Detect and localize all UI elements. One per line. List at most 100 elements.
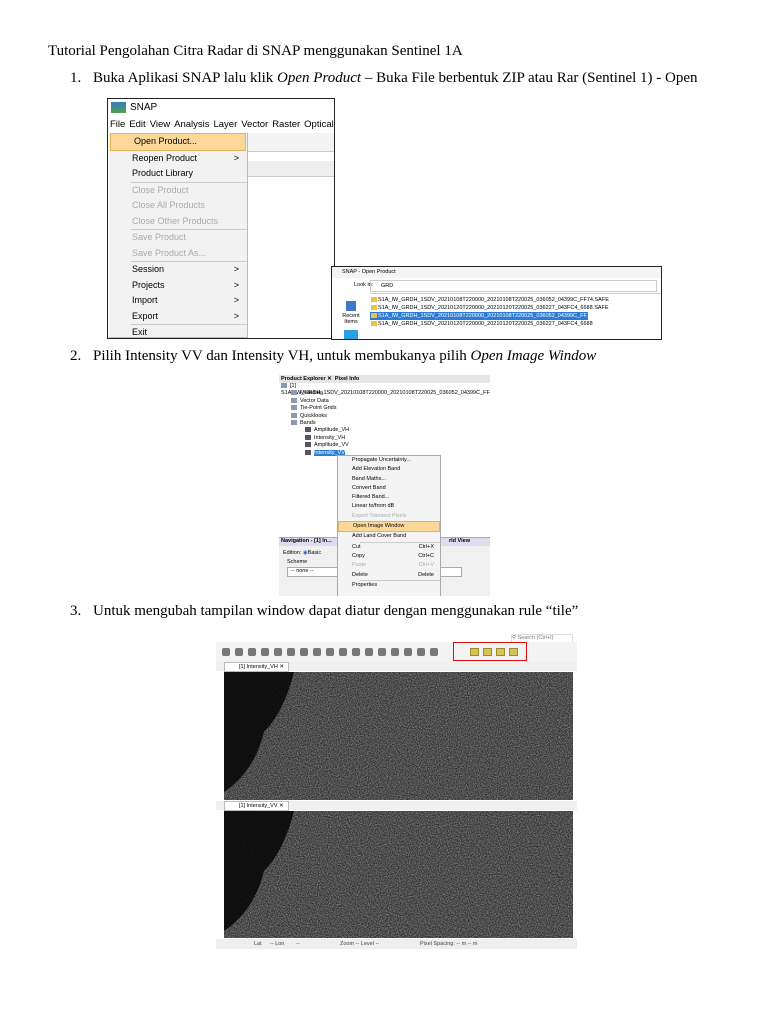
menu-item-close-other-products[interactable]: Close Other Products — [109, 214, 247, 230]
menubar-analysis[interactable]: Analysis — [174, 119, 209, 130]
context-item-open-image-window[interactable]: Open Image Window — [338, 521, 440, 533]
menubar-layer[interactable]: Layer — [213, 119, 237, 130]
menu-item-close-product[interactable]: Close Product — [109, 183, 247, 199]
look-in-select[interactable]: GRD — [370, 280, 657, 292]
file-item[interactable]: S1A_IW_GRDH_1SDV_20210108T220000_2021010… — [370, 296, 661, 304]
file-menu: Open Product... Reopen Product > Product Li… — [109, 133, 248, 338]
menu-item-save-product[interactable]: Save Product — [109, 230, 247, 246]
tree-folder[interactable]: Bands — [279, 420, 490, 427]
tab-product-explorer[interactable]: Product Explorer — [281, 376, 326, 382]
recent-items[interactable]: Recent Items — [336, 301, 366, 325]
menubar-optical[interactable]: Optical — [304, 119, 334, 130]
band-icon — [305, 427, 311, 433]
menu-item-close-all-products[interactable]: Close All Products — [109, 198, 247, 214]
menu-item-reopen-product[interactable]: Reopen Product > — [109, 151, 247, 167]
context-item-label: Paste — [352, 562, 367, 569]
menu-item-product-library[interactable]: Product Library — [109, 166, 247, 182]
context-item-copy[interactable]: Copy Ctrl+C — [338, 552, 440, 561]
zoom-icon[interactable] — [300, 648, 308, 656]
tree-folder[interactable]: Vector Data — [279, 398, 490, 405]
menubar-file[interactable]: File — [110, 119, 125, 130]
context-item-delete[interactable]: Delete Delete — [338, 571, 440, 580]
menubar-view[interactable]: View — [150, 119, 170, 130]
tree-folder[interactable]: Metadata — [279, 390, 490, 397]
tile-vertically-icon[interactable] — [496, 648, 505, 656]
rect-icon[interactable] — [365, 648, 373, 656]
band-item[interactable]: Intensity_VH — [279, 435, 490, 442]
band-label: Amplitude_VV — [314, 442, 349, 449]
context-item-linear-to-from-db[interactable]: Linear to/from dB — [338, 502, 440, 511]
file-item[interactable]: S1A_IW_GRDH_1SDV_20210108T220000_2021010… — [370, 312, 593, 320]
world-view-tab[interactable]: rld View — [449, 538, 470, 544]
lat-readout: Lat — [254, 941, 262, 947]
file-item[interactable]: S1A_IW_GRDH_1SDV_20210120T220000_2021012… — [370, 304, 661, 312]
line-icon[interactable] — [339, 648, 347, 656]
tab-pixel-info[interactable]: Pixel Info — [335, 376, 359, 382]
menu-item-session[interactable]: Session > — [109, 262, 247, 278]
menu-item-save-product-as[interactable]: Save Product As... — [109, 246, 247, 262]
file-item[interactable]: S1A_IW_GRDH_1SDV_20210120T220000_2021012… — [370, 320, 661, 328]
menu-item-label: Exit — [132, 327, 148, 337]
chevron-right-icon: > — [233, 152, 239, 163]
band-item[interactable]: Amplitude_VV — [279, 442, 490, 449]
edition-basic-radio[interactable]: Basic — [308, 550, 321, 556]
band-icon — [305, 442, 311, 448]
tab-intensity-vh[interactable]: [1] Intensity_VH ✕ — [224, 662, 289, 672]
cursor-icon[interactable] — [274, 648, 282, 656]
context-item-label: Open Image Window — [353, 523, 405, 530]
menu-item-label: Session — [132, 264, 165, 274]
polygon-icon[interactable] — [378, 648, 386, 656]
context-item-export-transect-pixels[interactable]: Export Transect Pixels — [338, 512, 440, 521]
context-item-label: Copy — [352, 552, 365, 559]
context-item-add-elevation-band[interactable]: Add Elevation Band — [338, 465, 440, 474]
lon-readout: -- Lon — [270, 941, 285, 947]
band-item[interactable]: Amplitude_VH — [279, 427, 490, 434]
context-item-convert-band[interactable]: Convert Band — [338, 484, 440, 493]
dialog-title: SNAP - Open Product — [332, 267, 661, 278]
graph-icon[interactable] — [248, 648, 256, 656]
context-item-label: Propagate Uncertainty... — [352, 457, 411, 463]
context-item-propagate-uncertainty[interactable]: Propagate Uncertainty... — [338, 456, 440, 465]
pin-icon[interactable] — [313, 648, 321, 656]
range-icon[interactable] — [417, 648, 425, 656]
tile-horizontally-icon[interactable] — [483, 648, 492, 656]
menubar-raster[interactable]: Raster — [272, 119, 300, 130]
pan-icon[interactable] — [287, 648, 295, 656]
tile-single-icon[interactable] — [509, 648, 518, 656]
snap-file-menu-screenshot: SNAP File Edit View Analysis Layer Vector Rast… — [107, 98, 335, 339]
context-item-paste[interactable]: Paste Ctrl+V — [338, 561, 440, 570]
menu-item-label: Close Other Products — [132, 215, 219, 226]
globe-icon[interactable] — [235, 648, 243, 656]
folder-label: Metadata — [300, 390, 323, 397]
polyline-icon[interactable] — [352, 648, 360, 656]
product-node[interactable]: [1] S1A_IW_GRDH_1SDV_20210108T220000_202… — [279, 383, 490, 396]
context-item-properties[interactable]: Properties — [338, 581, 440, 590]
ellipse-icon[interactable] — [391, 648, 399, 656]
menubar-edit[interactable]: Edit — [129, 119, 145, 130]
draw-icon[interactable] — [430, 648, 438, 656]
menu-item-import[interactable]: Import > — [109, 293, 247, 309]
menu-item-projects[interactable]: Projects > — [109, 278, 247, 294]
band-label: Intensity_VH — [314, 434, 346, 441]
gcp-pin-icon[interactable] — [326, 648, 334, 656]
step-1-text: Buka Aplikasi SNAP lalu klik Open Produc… — [93, 70, 698, 86]
context-item-band-maths[interactable]: Band Maths... — [338, 475, 440, 484]
menu-item-open-product[interactable]: Open Product... — [110, 133, 246, 151]
context-item-filtered-band[interactable]: Filtered Band... — [338, 493, 440, 502]
tab-intensity-vv[interactable]: [1] Intensity_VV ✕ — [224, 801, 289, 811]
tree-folder[interactable]: Tie-Point Grids — [279, 405, 490, 412]
menubar-vector[interactable]: Vector — [241, 119, 268, 130]
context-item-label: Filtered Band... — [352, 494, 390, 501]
grid-icon[interactable] — [261, 648, 269, 656]
tile-evenly-icon[interactable] — [470, 648, 479, 656]
folder-label: Quicklooks — [300, 412, 327, 419]
menu-item-export[interactable]: Export > — [109, 309, 247, 325]
gcp-icon[interactable] — [222, 648, 230, 656]
context-item-add-land-cover-band[interactable]: Add Land Cover Band — [338, 532, 440, 541]
folder-icon — [291, 420, 297, 425]
tree-folder[interactable]: Quicklooks — [279, 413, 490, 420]
magic-wand-icon[interactable] — [404, 648, 412, 656]
menu-item-exit[interactable]: Exit — [109, 325, 247, 338]
context-item-label: Add Land Cover Band — [352, 533, 407, 540]
context-item-cut[interactable]: Cut Ctrl+X — [338, 543, 440, 552]
